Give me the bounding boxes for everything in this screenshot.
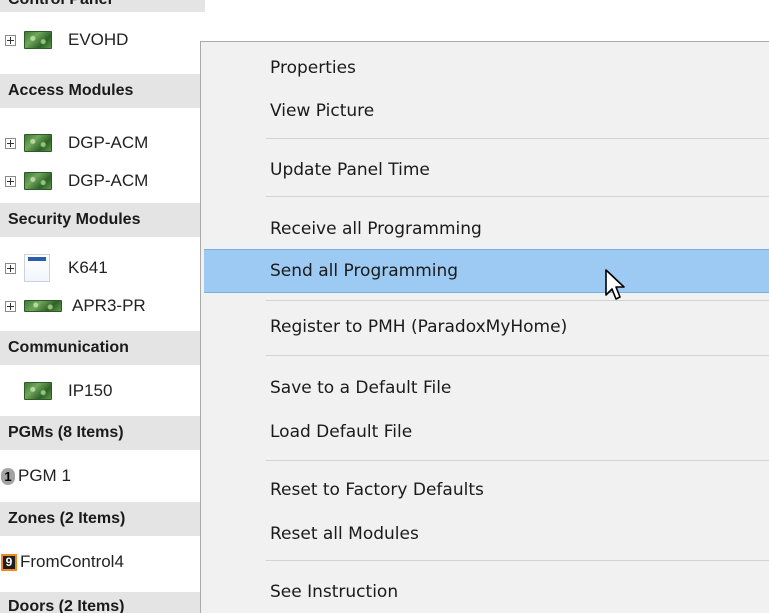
tree-item-label: EVOHD — [68, 30, 129, 49]
tree-header-doors[interactable]: Doors (2 Items) — [0, 592, 205, 613]
tree-header-security-modules[interactable]: Security Modules — [0, 203, 205, 237]
plus-box-icon[interactable] — [5, 137, 16, 149]
module-tree: Control Panel EVOHD Access Modules DGP-A… — [0, 0, 205, 613]
arrow-cursor-icon — [605, 269, 625, 300]
menu-item-update-panel-time[interactable]: Update Panel Time — [205, 151, 769, 188]
circuit-board-icon — [24, 172, 52, 190]
menu-separator — [266, 300, 769, 301]
tree-item-label: IP150 — [68, 381, 113, 400]
menu-separator — [266, 138, 769, 139]
menu-item-reset-factory-defaults[interactable]: Reset to Factory Defaults — [205, 471, 769, 508]
application-window: Control Panel EVOHD Access Modules DGP-A… — [0, 0, 769, 613]
tree-item-zone[interactable]: 9 FromControl4 — [0, 546, 205, 578]
tree-header-control-panel[interactable]: Control Panel — [0, 0, 205, 12]
menu-item-register-pmh[interactable]: Register to PMH (ParadoxMyHome) — [205, 308, 769, 345]
tree-header-zones[interactable]: Zones (2 Items) — [0, 502, 205, 536]
zone-number-badge: 9 — [1, 553, 17, 571]
context-menu: Properties View Picture Update Panel Tim… — [200, 41, 769, 613]
tree-item-label: DGP-ACM — [68, 133, 149, 152]
menu-separator — [266, 460, 769, 461]
circuit-board-icon — [24, 134, 52, 152]
circuit-board-icon — [24, 31, 52, 49]
tree-item-security-module[interactable]: K641 — [0, 252, 205, 284]
menu-item-see-instruction[interactable]: See Instruction — [205, 573, 769, 610]
menu-item-save-default-file[interactable]: Save to a Default File — [205, 369, 769, 406]
tree-header-communication[interactable]: Communication — [0, 331, 205, 365]
tree-header-access-modules[interactable]: Access Modules — [0, 74, 205, 108]
plus-box-icon[interactable] — [5, 175, 16, 187]
plus-box-icon[interactable] — [5, 300, 16, 312]
tree-item-label: K641 — [68, 258, 108, 277]
menu-separator — [266, 196, 769, 197]
menu-separator — [266, 560, 769, 561]
tree-header-pgms[interactable]: PGMs (8 Items) — [0, 416, 205, 450]
tree-item-label: APR3-PR — [72, 296, 146, 315]
circuit-board-icon — [24, 300, 62, 312]
plus-box-icon[interactable] — [5, 34, 16, 46]
tree-item-label: DGP-ACM — [68, 171, 149, 190]
menu-separator — [266, 355, 769, 356]
menu-item-send-all-programming[interactable]: Send all Programming — [204, 249, 769, 293]
tree-item-security-module[interactable]: APR3-PR — [0, 290, 205, 322]
tree-item-access-module[interactable]: DGP-ACM — [0, 127, 205, 159]
menu-item-view-picture[interactable]: View Picture — [205, 92, 769, 129]
tree-item-panel[interactable]: EVOHD — [0, 24, 205, 56]
circuit-board-icon — [24, 382, 52, 400]
tree-item-communication-module[interactable]: IP150 — [0, 375, 205, 407]
tree-item-access-module[interactable]: DGP-ACM — [0, 165, 205, 197]
menu-item-receive-all-programming[interactable]: Receive all Programming — [205, 210, 769, 247]
menu-item-reset-all-modules[interactable]: Reset all Modules — [205, 515, 769, 552]
tree-item-pgm[interactable]: 1 PGM 1 — [0, 460, 205, 492]
keypad-icon — [24, 254, 50, 282]
tree-item-label: FromControl4 — [20, 552, 124, 571]
menu-item-load-default-file[interactable]: Load Default File — [205, 413, 769, 450]
tree-item-label: PGM 1 — [18, 466, 71, 485]
plus-box-icon[interactable] — [5, 262, 16, 274]
menu-item-properties[interactable]: Properties — [205, 49, 769, 86]
pgm-number-badge: 1 — [1, 467, 15, 485]
